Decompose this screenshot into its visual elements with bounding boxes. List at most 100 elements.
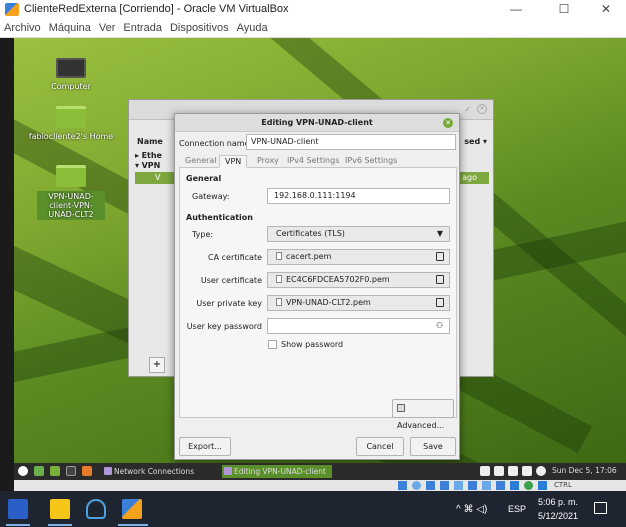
nc-col-used[interactable]: sed ▾	[464, 137, 487, 146]
host-menubar: Archivo Máquina Ver Entrada Dispositivos Ayud…	[0, 19, 626, 38]
save-button[interactable]: Save	[410, 437, 456, 456]
nc-col-name[interactable]: Name	[137, 137, 163, 146]
network-icon	[104, 467, 112, 475]
active-indicator	[6, 524, 30, 526]
file-icon	[276, 252, 282, 260]
volume-icon[interactable]	[536, 466, 546, 476]
advanced-button[interactable]: Advanced...	[392, 399, 454, 430]
minimize-button[interactable]: —	[500, 1, 532, 18]
nc-minimize-icon[interactable]: ✓	[464, 105, 471, 114]
nc-row-vpn[interactable]: ▾ VPN	[135, 161, 160, 170]
audio-icon[interactable]	[426, 481, 435, 490]
user-private-key-picker[interactable]: VPN-UNAD-CLT2.pem	[267, 295, 450, 311]
shared-folder-icon[interactable]	[468, 481, 477, 490]
auth-type-value: Certificates (TLS)	[276, 229, 345, 238]
show-password-checkbox[interactable]	[268, 340, 277, 349]
display-icon[interactable]	[482, 481, 491, 490]
nc-row-label: V	[155, 173, 161, 182]
virtualbox-taskbar-icon[interactable]	[122, 499, 142, 519]
tab-ipv4[interactable]: IPv4 Settings	[287, 155, 339, 168]
show-desktop-icon[interactable]	[34, 466, 44, 476]
dialog-tabs: General VPN Proxy IPv4 Settings IPv6 Set…	[179, 155, 457, 168]
user-private-key-label: User private key	[196, 299, 262, 308]
dialog-close-icon[interactable]: ✕	[443, 118, 453, 128]
nc-row-label: VPN	[141, 161, 161, 170]
files-icon[interactable]	[50, 466, 60, 476]
menu-maquina[interactable]: Máquina	[45, 19, 95, 34]
menu-icon[interactable]	[18, 466, 28, 476]
tab-general[interactable]: General	[185, 155, 217, 168]
vpn-settings-panel: General Gateway: 192.168.0.111:1194 Auth…	[179, 168, 457, 430]
shield-icon[interactable]	[508, 466, 518, 476]
file-chooser-icon[interactable]	[436, 252, 444, 261]
file-chooser-icon[interactable]	[436, 275, 444, 284]
connection-name-input[interactable]: VPN-UNAD-client	[246, 134, 456, 150]
taskbar-network-connections[interactable]: Network Connections	[102, 465, 200, 478]
taskbar-item-label: Editing VPN-UNAD-client	[234, 467, 326, 476]
nc-row-label: Ethe	[141, 151, 162, 160]
guest-clock[interactable]: Sun Dec 5, 17:06	[552, 466, 617, 475]
clipboard-icon[interactable]	[480, 466, 490, 476]
network-adapter-icon[interactable]	[440, 481, 449, 490]
maximize-button[interactable]: ☐	[548, 1, 580, 18]
home-folder-icon	[56, 106, 86, 128]
desktop-icon-computer[interactable]: Computer	[26, 58, 116, 91]
firefox-icon[interactable]	[82, 466, 92, 476]
terminal-icon[interactable]	[66, 466, 76, 476]
language-indicator[interactable]: ESP	[508, 504, 526, 514]
export-button[interactable]: Export...	[179, 437, 231, 456]
network-tray-icon[interactable]	[522, 466, 532, 476]
menu-entrada[interactable]: Entrada	[119, 19, 166, 34]
virtualbox-logo-icon	[5, 3, 19, 16]
type-label: Type:	[192, 230, 214, 239]
menu-dispositivos[interactable]: Dispositivos	[166, 19, 233, 34]
guest-taskbar: Network Connections Editing VPN-UNAD-cli…	[14, 463, 626, 480]
active-indicator	[118, 524, 148, 526]
hdd-icon[interactable]	[398, 481, 407, 490]
active-indicator	[48, 524, 72, 526]
user-private-key-value: VPN-UNAD-CLT2.pem	[286, 298, 371, 307]
desktop-icon-vpn-file[interactable]: VPN-UNAD-client-VPN-UNAD-CLT2	[26, 165, 116, 220]
optical-drive-icon[interactable]	[412, 481, 421, 490]
ca-certificate-picker[interactable]: cacert.pem	[267, 249, 450, 265]
nc-row-ethernet[interactable]: ▸ Ethe	[135, 151, 162, 160]
keyboard-icon[interactable]	[538, 481, 547, 490]
updates-icon[interactable]	[494, 466, 504, 476]
user-key-password-input[interactable]	[267, 318, 450, 334]
recording-icon[interactable]	[496, 481, 505, 490]
host-clock-time[interactable]: 5:06 p. m.	[538, 497, 578, 507]
user-certificate-picker[interactable]: EC4C6FDCEA5702F0.pem	[267, 272, 450, 288]
host-titlebar: ClienteRedExterna [Corriendo] - Oracle V…	[0, 0, 626, 19]
onenote-icon[interactable]	[8, 499, 28, 519]
usb-icon[interactable]	[454, 481, 463, 490]
desktop-icon-label: VPN-UNAD-client-VPN-UNAD-CLT2	[37, 191, 105, 220]
notifications-icon[interactable]	[594, 502, 607, 514]
menu-ver[interactable]: Ver	[95, 19, 120, 34]
show-password-label: Show password	[281, 340, 344, 349]
tray-icons[interactable]: ^ ⌘ ◁)	[456, 504, 487, 515]
vbox-status-bar: CTRL	[14, 480, 626, 491]
close-button[interactable]: ✕	[590, 1, 622, 18]
desktop-icon-home[interactable]: fabiocliente2's Home	[26, 106, 116, 141]
menu-ayuda[interactable]: Ayuda	[233, 19, 272, 34]
gateway-label: Gateway:	[192, 192, 230, 201]
mouse-integration-icon[interactable]	[524, 481, 533, 490]
taskbar-editing-dialog[interactable]: Editing VPN-UNAD-client	[222, 465, 332, 478]
menu-archivo[interactable]: Archivo	[0, 19, 45, 34]
auth-type-select[interactable]: Certificates (TLS) ▼	[267, 226, 450, 242]
gateway-input[interactable]: 192.168.0.111:1194	[267, 188, 450, 204]
file-chooser-icon[interactable]	[436, 298, 444, 307]
screen: ClienteRedExterna [Corriendo] - Oracle V…	[0, 0, 626, 527]
nc-close-icon[interactable]: ✕	[477, 104, 487, 114]
tab-vpn[interactable]: VPN	[219, 155, 248, 168]
host-clock-date[interactable]: 5/12/2021	[538, 511, 578, 521]
password-options-icon[interactable]: ⚇	[436, 321, 443, 330]
tab-proxy[interactable]: Proxy	[257, 155, 279, 168]
file-explorer-icon[interactable]	[50, 499, 70, 519]
cpu-icon[interactable]	[510, 481, 519, 490]
nc-add-button[interactable]: +	[149, 357, 165, 373]
file-icon	[276, 275, 282, 283]
tab-ipv6[interactable]: IPv6 Settings	[345, 155, 397, 168]
vpn-shield-icon[interactable]	[86, 499, 106, 519]
cancel-button[interactable]: Cancel	[356, 437, 404, 456]
